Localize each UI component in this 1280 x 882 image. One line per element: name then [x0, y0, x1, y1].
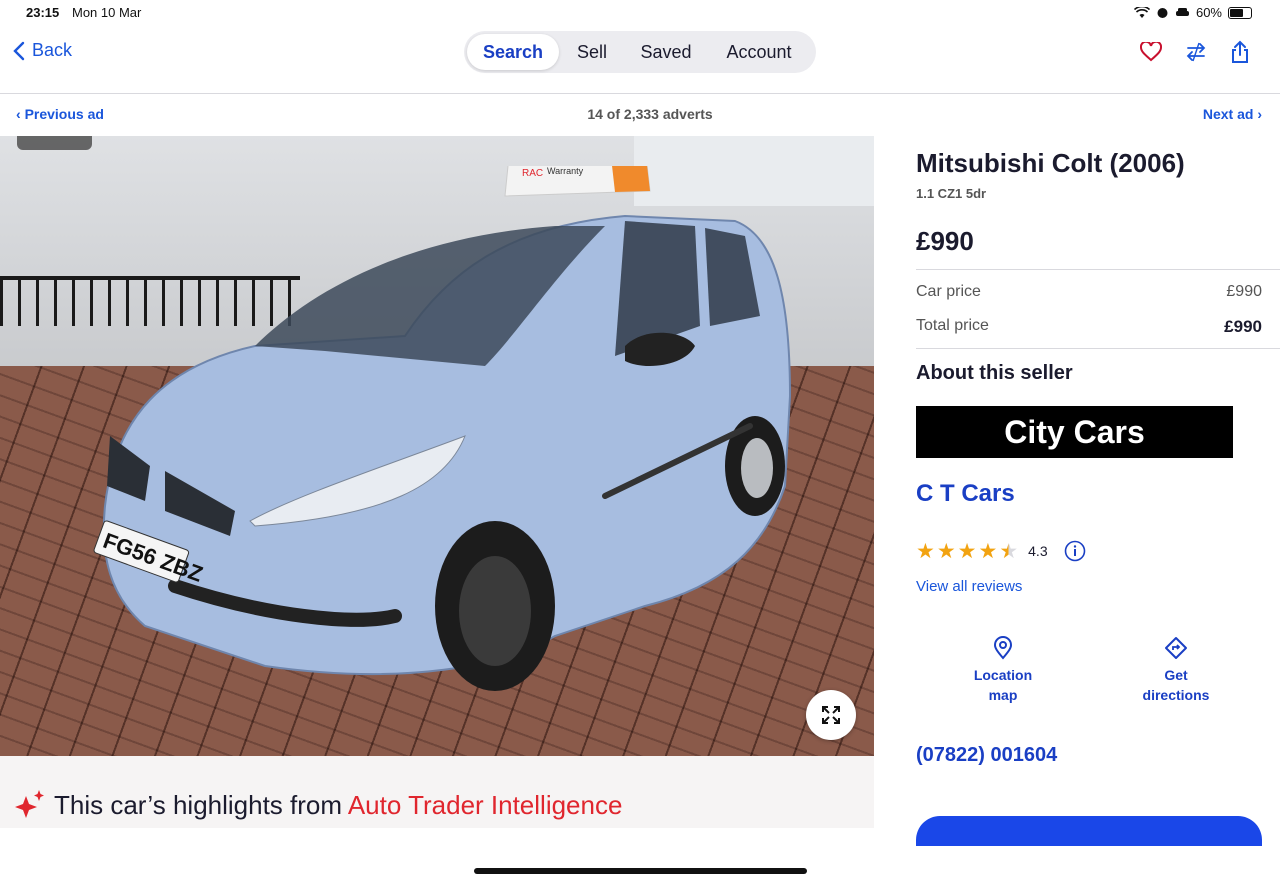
status-right: 60%: [1133, 5, 1252, 20]
roof-sign-logo: RAC: [522, 168, 543, 179]
car-price-label: Car price: [916, 283, 981, 300]
heart-icon[interactable]: [1140, 42, 1162, 62]
alarm-icon: [1157, 8, 1168, 18]
compare-icon[interactable]: [1184, 40, 1208, 64]
car-price-row: Car price £990: [916, 283, 1262, 301]
share-icon[interactable]: [1230, 40, 1250, 64]
star-icon: ★: [916, 539, 935, 563]
status-bar: 23:15 Mon 10 Mar 60%: [0, 0, 1280, 26]
top-navigation: Back Search Sell Saved Account: [0, 26, 1280, 94]
nav-actions: [1140, 40, 1250, 64]
expand-icon: [822, 706, 840, 724]
photo-count-badge: [17, 136, 92, 150]
sparkle-icon: [15, 790, 44, 818]
next-ad-label: Next ad: [1202, 106, 1254, 122]
expand-gallery-button[interactable]: [806, 690, 856, 740]
contact-seller-button[interactable]: [916, 816, 1262, 846]
status-time: 23:15: [26, 5, 60, 20]
car-price-headline: £990: [916, 226, 974, 256]
main-tabs: Search Sell Saved Account: [464, 31, 816, 73]
directions-label-2: directions: [1142, 687, 1210, 703]
seller-logo: City Cars: [916, 406, 1233, 458]
home-indicator: [474, 868, 807, 874]
total-price-row: Total price £990: [916, 317, 1262, 337]
battery-icon: [1228, 6, 1252, 19]
location-pin-icon: [993, 636, 1013, 660]
seller-phone-link[interactable]: (07822) 001604: [916, 744, 1057, 767]
half-star-icon: ★: [999, 539, 1019, 563]
car-subtitle: 1.1 CZ1 5dr: [916, 186, 987, 201]
car-icon: [1175, 8, 1189, 16]
advert-count: 14 of 2,333 adverts: [587, 106, 713, 122]
car-price-value: £990: [1226, 283, 1262, 300]
tab-account[interactable]: Account: [707, 34, 811, 70]
star-icon: ★: [936, 539, 956, 563]
chevron-left-icon: [13, 41, 25, 60]
total-price-value: £990: [1224, 317, 1262, 336]
dealer-name-link[interactable]: C T Cars: [916, 480, 1015, 508]
location-label-2: map: [988, 687, 1018, 703]
directions-icon: [1165, 637, 1187, 659]
back-label: Back: [32, 40, 73, 60]
roof-sign-text: Warranty: [547, 166, 584, 176]
car-photo: RAC Warranty FG56 ZBZ: [93, 166, 792, 691]
location-label-1: Location: [973, 667, 1033, 683]
ad-pagination: ‹ Previous ad 14 of 2,333 adverts Next a…: [0, 94, 1280, 136]
tab-sell[interactable]: Sell: [559, 34, 625, 70]
next-ad-link[interactable]: Next ad ›: [1203, 106, 1262, 122]
directions-label-1: Get: [1164, 667, 1188, 683]
divider: [916, 269, 1280, 270]
chevron-right-icon: ›: [1253, 106, 1262, 122]
info-icon[interactable]: [1064, 540, 1086, 562]
highlights-brand: Auto Trader Intelligence: [347, 790, 623, 820]
get-directions-button[interactable]: Get directions: [1136, 636, 1216, 705]
star-icon: ★: [978, 539, 998, 563]
tab-search[interactable]: Search: [467, 34, 559, 70]
divider: [916, 348, 1280, 349]
rating-value: 4.3: [1028, 543, 1048, 559]
highlights-prefix: This car’s highlights from: [54, 790, 348, 820]
back-button[interactable]: Back: [12, 40, 72, 61]
highlights-banner: This car’s highlights from Auto Trader I…: [0, 756, 874, 828]
tab-saved[interactable]: Saved: [625, 34, 707, 70]
view-all-reviews-link[interactable]: View all reviews: [916, 578, 1022, 595]
star-icon: ★: [957, 539, 977, 563]
about-seller-heading: About this seller: [916, 362, 1073, 384]
photo-gallery[interactable]: RAC Warranty FG56 ZBZ: [0, 136, 874, 756]
battery-percent: 60%: [1195, 5, 1222, 20]
wifi-icon: [1133, 6, 1150, 18]
car-title: Mitsubishi Colt (2006): [916, 148, 1185, 178]
status-date: Mon 10 Mar: [72, 5, 142, 20]
location-map-button[interactable]: Location map: [968, 636, 1038, 705]
highlights-text: This car’s highlights from Auto Trader I…: [54, 790, 622, 821]
total-price-label: Total price: [916, 317, 989, 334]
seller-rating: ★ ★ ★ ★ ★ 4.3: [916, 540, 1086, 562]
